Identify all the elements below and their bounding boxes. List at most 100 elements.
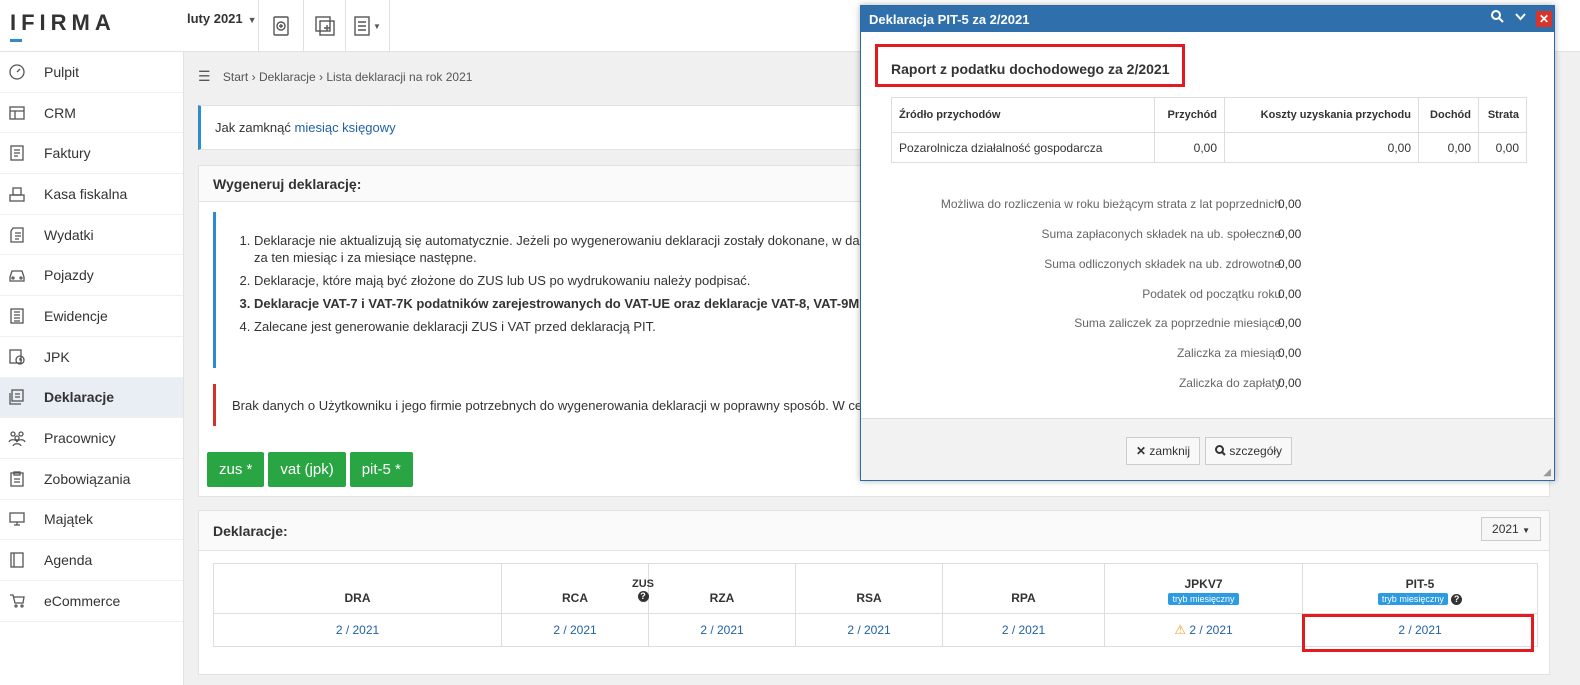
col-pit5: PIT-5 tryb miesięczny ? (1302, 563, 1538, 614)
year-label: 2021 (1492, 522, 1519, 536)
summary-label: Możliwa do rozliczenia w roku bieżącym s… (940, 197, 1281, 211)
records-icon (8, 307, 26, 325)
toolbar-list-menu-button[interactable]: ▼ (345, 0, 390, 52)
details-button-label: szczegóły (1229, 444, 1283, 458)
sidebar-item-label: CRM (44, 104, 76, 121)
close-button-label: zamknij (1149, 444, 1191, 458)
rsa-link[interactable]: 2 / 2021 (795, 613, 943, 647)
jpkv7-link[interactable]: ⚠ 2 / 2021 (1104, 613, 1303, 647)
sidebar-item-pulpit[interactable]: Pulpit (0, 52, 183, 93)
close-month-link[interactable]: miesiąc księgowy (295, 120, 396, 135)
income-cell: 0,00 (1418, 132, 1479, 163)
summary-value: 0,00 (1278, 376, 1302, 390)
sidebar-item-ewidencje[interactable]: Ewidencje (0, 296, 183, 337)
col-revenue: Przychód (1154, 97, 1225, 133)
sidebar-item-label: Kasa fiskalna (44, 185, 128, 202)
dra-link[interactable]: 2 / 2021 (213, 613, 502, 647)
sidebar-item-label: Pojazdy (44, 267, 94, 284)
cash-register-icon (8, 185, 26, 203)
rca-link[interactable]: 2 / 2021 (501, 613, 649, 647)
assets-icon (8, 510, 26, 528)
cart-icon (8, 592, 26, 610)
generate-zus-button[interactable]: zus * (207, 452, 265, 487)
generate-vat-jpk-button[interactable]: vat (jpk) (268, 452, 346, 487)
col-costs: Koszty uzyskania przychodu (1224, 97, 1419, 133)
month-selector[interactable]: luty 2021 ▼ (187, 11, 257, 26)
help-icon[interactable]: ? (1451, 594, 1463, 605)
sidebar-item-zobowiazania[interactable]: Zobowiązania (0, 459, 183, 500)
breadcrumb-deklaracje[interactable]: Deklaracje (259, 70, 316, 84)
sidebar-item-label: Pulpit (44, 63, 80, 80)
modal-title-bar[interactable]: Deklaracja PIT-5 za 2/2021 ✕ (861, 6, 1554, 32)
sidebar-item-ecommerce[interactable]: eCommerce (0, 581, 183, 622)
close-button[interactable]: ✕ zamknij (1126, 437, 1201, 465)
resize-handle-icon[interactable]: ◢ (1543, 467, 1551, 478)
rza-link[interactable]: 2 / 2021 (648, 613, 796, 647)
summary-value: 0,00 (1278, 257, 1302, 271)
sidebar-item-label: Faktury (44, 145, 91, 162)
pit5-modal: Deklaracja PIT-5 za 2/2021 ✕ Raport z po… (860, 5, 1555, 481)
dashboard-icon (8, 63, 26, 81)
summary-value: 0,00 (1278, 346, 1302, 360)
sidebar-item-majatek[interactable]: Majątek (0, 500, 183, 541)
sidebar-item-label: eCommerce (44, 592, 121, 609)
jpk-icon (8, 348, 26, 366)
summary-label: Zaliczka do zapłaty (1178, 376, 1281, 390)
details-button[interactable]: szczegóły (1205, 437, 1293, 465)
summary-value: 0,00 (1278, 197, 1302, 211)
help-icon[interactable]: ? (637, 591, 649, 602)
generate-pit5-button[interactable]: pit-5 * (349, 452, 413, 487)
chevron-down-icon[interactable] (1514, 10, 1527, 26)
summary-value: 0,00 (1278, 227, 1302, 241)
costs-cell: 0,00 (1224, 132, 1419, 163)
col-dra: DRA (213, 563, 502, 614)
caret-down-icon: ▼ (373, 21, 381, 31)
sidebar-item-label: Wydatki (44, 226, 94, 243)
summary-label: Suma odliczonych składek na ub. zdrowotn… (1044, 257, 1281, 271)
caret-down-icon: ▼ (1522, 526, 1530, 535)
expenses-icon (8, 226, 26, 244)
summary-value: 0,00 (1278, 316, 1302, 330)
agenda-icon (8, 551, 26, 569)
sidebar-item-deklaracje[interactable]: Deklaracje (0, 377, 183, 419)
summary-value: 0,00 (1278, 287, 1302, 301)
invoice-icon (8, 144, 26, 162)
toolbar-copy-button[interactable] (303, 0, 345, 52)
sidebar-item-label: JPK (44, 348, 70, 365)
breadcrumb-start[interactable]: Start (223, 70, 248, 84)
summary-label: Podatek od początku roku (1142, 287, 1281, 301)
logo[interactable]: IFIRMA (10, 10, 116, 42)
month-label: luty 2021 (187, 11, 243, 26)
logo-text: IFIRMA (10, 10, 116, 35)
year-selector[interactable]: 2021 ▼ (1481, 517, 1541, 541)
search-icon[interactable] (1491, 10, 1504, 26)
summary-label: Zaliczka za miesiąc (1176, 346, 1281, 360)
sidebar-item-jpk[interactable]: JPK (0, 337, 183, 378)
pit5-highlight-box (1302, 614, 1534, 652)
mode-badge: tryb miesięczny (1168, 593, 1239, 605)
modal-title: Deklaracja PIT-5 za 2/2021 (869, 12, 1030, 27)
declarations-icon (8, 388, 26, 406)
sidebar-item-label: Zobowiązania (44, 470, 131, 487)
document-plus-icon (273, 16, 289, 36)
generate-buttons: zus * vat (jpk) pit-5 * (207, 452, 413, 487)
table-row: Pozarolnicza działalność gospodarcza 0,0… (891, 132, 1527, 163)
income-source-cell: Pozarolnicza działalność gospodarcza (891, 132, 1155, 163)
close-icon[interactable]: ✕ (1536, 11, 1552, 27)
toolbar-add-document-button[interactable] (258, 0, 303, 52)
sidebar-item-kasa-fiskalna[interactable]: Kasa fiskalna (0, 174, 183, 215)
sidebar-item-pojazdy[interactable]: Pojazdy (0, 255, 183, 297)
rpa-link[interactable]: 2 / 2021 (942, 613, 1105, 647)
sidebar-item-crm[interactable]: CRM (0, 93, 183, 134)
sidebar-item-faktury[interactable]: Faktury (0, 133, 183, 175)
revenue-cell: 0,00 (1154, 132, 1225, 163)
chevron-right-icon: › (251, 70, 259, 84)
zus-group-label: ZUS ? (632, 578, 654, 602)
sidebar-item-wydatki[interactable]: Wydatki (0, 215, 183, 256)
col-jpkv7: JPKV7 tryb miesięczny (1104, 563, 1303, 614)
modal-footer: ✕ zamknij szczegóły ◢ (861, 418, 1554, 480)
sidebar-item-pracownicy[interactable]: Pracownicy (0, 418, 183, 459)
sidebar-item-agenda[interactable]: Agenda (0, 540, 183, 581)
caret-down-icon: ▼ (247, 15, 257, 25)
hamburger-menu-icon[interactable]: ☰ (198, 68, 211, 84)
